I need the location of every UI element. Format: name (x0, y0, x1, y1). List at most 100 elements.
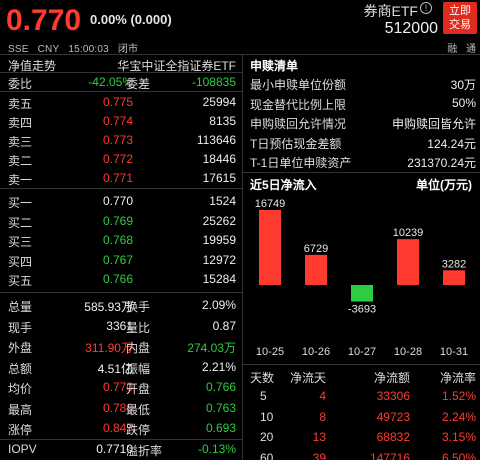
order-diff-label: 委差 (126, 77, 151, 91)
divider (243, 364, 480, 365)
stat-label: 内盘 (126, 341, 151, 355)
stat-label: 跌停 (126, 423, 151, 437)
flow-table-cell: 20 (260, 430, 274, 444)
info-icon[interactable]: ! (420, 2, 432, 14)
ask-price: 0.773 (102, 133, 133, 147)
redemption-row: T-1日单位申赎资产 231370.24元 (244, 152, 480, 171)
flow-table-cell: 33306 (376, 389, 410, 403)
bid-price: 0.770 (102, 194, 133, 208)
ask-volume: 17615 (202, 171, 236, 185)
inflow-bar (305, 254, 327, 285)
net-inflow-chart: 16749 10-25 6729 10-26 -3693 10-27 10239 10-28 3… (255, 198, 468, 358)
bid-price: 0.767 (102, 252, 133, 267)
ask-row[interactable]: 卖四 0.774 8135 (0, 112, 240, 131)
flow-table-row: 10 8 49723 2.24% (244, 408, 480, 427)
ask-level-label: 卖一 (8, 173, 33, 187)
date-tick-label: 10-27 (348, 346, 376, 358)
bid-volume: 25262 (202, 213, 236, 228)
bid-price: 0.769 (102, 213, 133, 228)
quote-header: 0.770 0.00% (0.000) 券商ETF ! 512000 立即 交易… (0, 0, 480, 55)
stat-label: 开盘 (126, 382, 151, 396)
fund-tags: 融 通 (441, 40, 476, 55)
redemption-key: T日预估现金差额 (250, 136, 342, 151)
redemption-value: 50% (451, 95, 476, 110)
flow-table-cell: 5 (260, 389, 267, 403)
flow-table-cell: 13 (312, 430, 326, 444)
stat-label: 外盘 (8, 341, 33, 355)
flow-table-cell: 39 (312, 450, 326, 460)
stat-label: IOPV (8, 441, 37, 456)
stat-value: 2.21% (201, 359, 236, 374)
date-tick-label: 10-28 (394, 346, 422, 358)
flow-table-cell: 3.15% (441, 430, 476, 444)
stat-row: 外盘 311.90万 内盘 274.03万 (0, 337, 240, 356)
bid-level-label: 买一 (8, 196, 33, 210)
flow-table-header-cell: 净流天 (289, 371, 326, 385)
flow-table-cell: 4 (319, 389, 326, 403)
bid-volume: 1524 (209, 194, 236, 208)
redemption-value: 231370.24元 (407, 156, 476, 170)
bid-level-label: 买二 (8, 215, 33, 230)
bid-volume: 12972 (202, 252, 236, 267)
trade-button-label-2: 交易 (449, 19, 471, 31)
ask-volume: 113646 (196, 133, 236, 147)
bid-row[interactable]: 买四 0.767 12972 (0, 251, 240, 270)
stat-value: 0.763 (205, 400, 236, 415)
ask-row[interactable]: 卖五 0.775 25994 (0, 93, 240, 112)
divider (0, 439, 242, 440)
trade-now-button[interactable]: 立即 交易 (443, 2, 477, 34)
stat-value: 274.03万 (187, 341, 236, 355)
ask-row[interactable]: 卖三 0.773 113646 (0, 131, 240, 150)
order-ratio-row: 委比 -42.05% 委差 -108835 (0, 73, 240, 92)
redemption-row: 现金替代比例上限 50% (244, 94, 480, 113)
ask-price: 0.775 (102, 95, 133, 109)
stat-label: 溢折率 (126, 443, 163, 458)
stat-value: 0.87 (212, 318, 236, 333)
stat-label: 涨停 (8, 423, 33, 437)
date-tick-label: 10-31 (440, 346, 468, 358)
bid-row[interactable]: 买一 0.770 1524 (0, 192, 240, 211)
ask-row[interactable]: 卖一 0.771 17615 (0, 169, 240, 188)
inflow-value-label: -3693 (348, 304, 376, 316)
stat-row: IOPV 0.7710 溢折率 -0.13% (0, 440, 240, 459)
redemption-key: 申购赎回允许情况 (250, 117, 347, 131)
divider (242, 54, 243, 460)
bid-level-label: 买四 (8, 254, 33, 269)
bid-volume: 15284 (202, 272, 236, 287)
inflow-bar (397, 239, 419, 285)
ask-row[interactable]: 卖二 0.772 18446 (0, 150, 240, 169)
stat-label: 现手 (8, 320, 33, 335)
stat-row: 均价 0.770 开盘 0.766 (0, 378, 240, 397)
stat-label: 换手 (126, 300, 151, 314)
redemption-key: 现金替代比例上限 (250, 97, 347, 112)
redemption-value: 124.24元 (427, 136, 476, 151)
bid-row[interactable]: 买五 0.766 15284 (0, 270, 240, 289)
stat-value: 0.766 (205, 380, 236, 394)
bid-row[interactable]: 买二 0.769 25262 (0, 212, 240, 231)
order-ratio-label: 委比 (8, 77, 33, 91)
inflow-value-label: 16749 (255, 198, 286, 210)
inflow-value-label: 10239 (393, 227, 424, 239)
flow-table-header-cell: 净流率 (439, 371, 476, 385)
ask-level-label: 卖五 (8, 97, 33, 111)
divider (0, 188, 242, 189)
redemption-row: T日预估现金差额 124.24元 (244, 133, 480, 152)
bid-volume: 19959 (202, 233, 236, 248)
ask-volume: 25994 (202, 95, 236, 109)
stat-label: 总额 (8, 361, 33, 376)
bid-row[interactable]: 买三 0.768 19959 (0, 231, 240, 250)
stat-label: 最高 (8, 402, 33, 417)
redemption-title-row: 申赎清单 (244, 55, 480, 74)
redemption-row: 最小申赎单位份额 30万 (244, 74, 480, 93)
stat-row: 最高 0.780 最低 0.763 (0, 399, 240, 418)
date-tick-label: 10-26 (302, 346, 330, 358)
bid-level-label: 买三 (8, 235, 33, 250)
divider (0, 292, 242, 293)
flow-table-cell: 49723 (376, 409, 410, 424)
flow-table-cell: 60 (260, 450, 274, 460)
stat-label: 量比 (126, 320, 151, 335)
redemption-value: 申购赎回皆允许 (391, 117, 476, 131)
flow-table-cell: 68832 (376, 430, 410, 444)
inflow-bar (259, 210, 281, 285)
redemption-key: T-1日单位申赎资产 (250, 156, 352, 170)
